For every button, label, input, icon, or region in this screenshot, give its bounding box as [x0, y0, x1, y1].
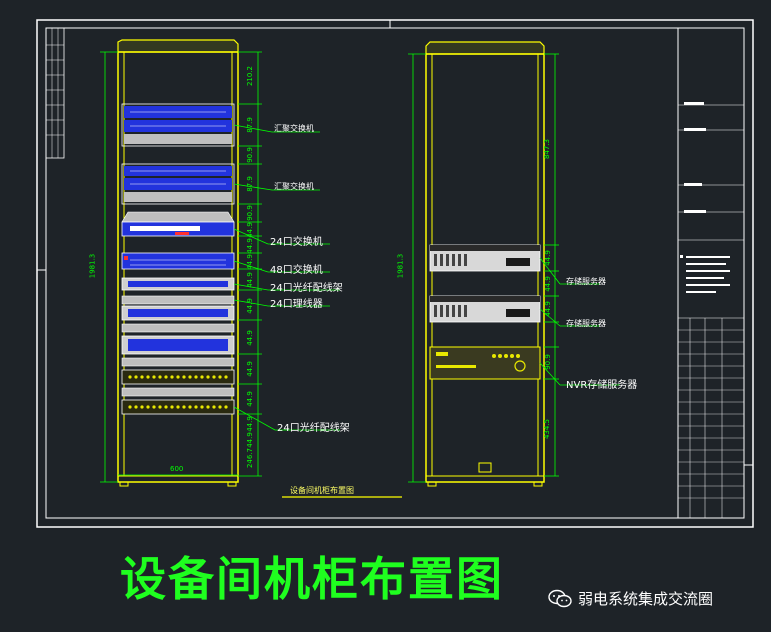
dim-r-4: 90.9: [543, 354, 552, 370]
cable-organizer-4: [121, 387, 235, 397]
fiber-panel-yellow-2: [121, 399, 235, 415]
dim-l-13: 44.9: [245, 416, 254, 432]
dim-l-5: 44.9: [245, 222, 254, 238]
dim-l-4: 90.9: [245, 205, 254, 221]
page-title: 设备间机柜布置图: [120, 552, 504, 606]
patch-panel-3: [121, 335, 235, 355]
nvr-storage-server: [429, 346, 541, 380]
dim-l-7: 44.9: [245, 254, 254, 270]
aggregation-switch-1: [121, 103, 235, 147]
dim-l-14: 44.9: [245, 432, 254, 448]
dim-r-0: 847.3: [543, 138, 552, 160]
label-fiber-patch-panel: 24口光纤配线架: [270, 283, 343, 294]
label-storage-server-1: 存储服务器: [566, 277, 606, 286]
wechat-icon: [548, 589, 572, 607]
dim-l-0: 210.2: [246, 65, 255, 87]
label-switch-48: 48口交换机: [270, 265, 323, 276]
label-fiber-patch-panel-2: 24口光纤配线架: [277, 423, 350, 434]
patch-panel-2: [121, 305, 235, 321]
watermark-text: 弱电系统集成交流圈: [578, 590, 714, 608]
dim-l-15: 246.7: [246, 447, 255, 469]
watermark: 弱电系统集成交流圈: [548, 588, 713, 609]
dim-left-width: 600: [170, 465, 184, 473]
cable-organizer-3: [121, 357, 235, 367]
dim-left-height: 1981.3: [88, 253, 97, 279]
cable-organizer-2: [121, 323, 235, 333]
dim-l-1: 87.9: [245, 117, 254, 133]
right-title-block: [677, 27, 745, 519]
inner-border: [45, 27, 745, 519]
cable-organizer-1: [121, 295, 235, 305]
switch-24-port: [121, 211, 235, 237]
dim-r-2: 44.9: [543, 276, 552, 292]
aggregation-switch-2: [121, 163, 235, 205]
dim-l-2: 90.9: [245, 147, 254, 163]
right-cabinet: [408, 41, 620, 487]
drawing-caption: 设备间机柜布置图: [290, 486, 354, 495]
switch-48-port: [121, 252, 235, 270]
storage-server-1: [429, 244, 541, 272]
dim-l-8: 44.9: [245, 272, 254, 288]
dim-right-height: 1981.3: [396, 253, 405, 279]
dim-r-3: 44.9: [543, 301, 552, 317]
label-switch-24: 24口交换机: [270, 237, 323, 248]
dim-l-9: 44.9: [245, 298, 254, 314]
fiber-patch-panel-1: [121, 277, 235, 291]
label-aggregation-switch-2: 汇聚交换机: [274, 182, 314, 191]
drawing-canvas: [36, 19, 754, 528]
storage-server-2: [429, 295, 541, 323]
label-storage-server-2: 存储服务器: [566, 319, 606, 328]
label-cable-organizer: 24口理线器: [270, 299, 323, 310]
sheet-border: [36, 19, 754, 528]
label-nvr-storage-server: NVR存储服务器: [566, 380, 638, 391]
dim-r-1: 44.9: [543, 250, 552, 266]
dim-r-5: 434.5: [543, 418, 552, 440]
fiber-panel-yellow-1: [121, 369, 235, 385]
dim-l-10: 44.9: [245, 330, 254, 346]
dim-l-12: 44.9: [245, 391, 254, 407]
dim-l-6: 44.9: [245, 238, 254, 254]
left-title-strip: [45, 27, 65, 159]
dim-l-11: 44.9: [245, 361, 254, 377]
label-aggregation-switch-1: 汇聚交换机: [274, 124, 314, 133]
dim-l-3: 87.9: [245, 176, 254, 192]
